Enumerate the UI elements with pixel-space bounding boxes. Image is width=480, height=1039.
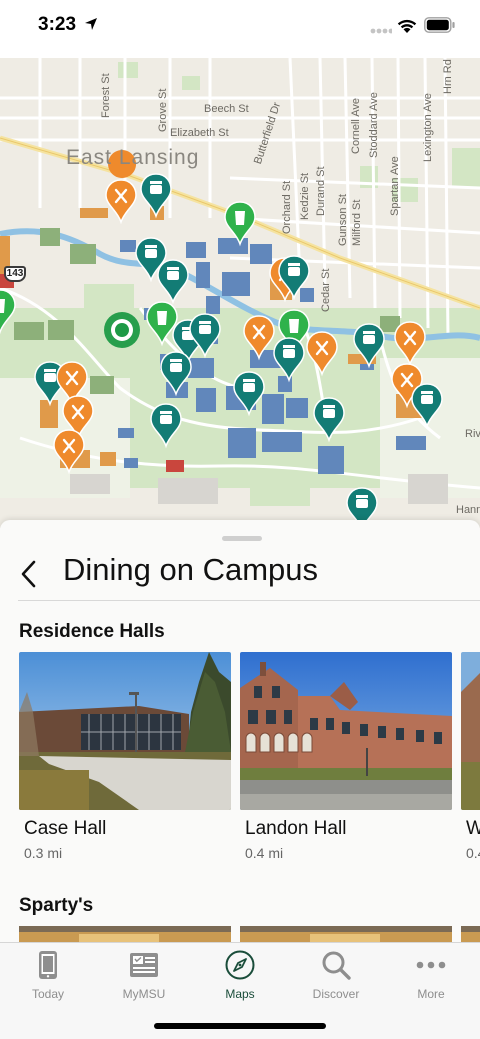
home-indicator[interactable] (154, 1023, 326, 1029)
tab-label: More (417, 987, 445, 1001)
section-title-residence-halls: Residence Halls (19, 621, 165, 642)
card-icon (130, 953, 158, 977)
street-label: Stoddard Ave (368, 92, 380, 158)
dining-sheet: Dining on Campus Residence Halls Case Ha… (0, 520, 480, 942)
sheet-grabber[interactable] (222, 536, 262, 541)
search-icon (322, 951, 351, 980)
campus-map[interactable]: East Lansing 143 Forest St Grove St Beec… (0, 58, 480, 528)
spartys-card-photo[interactable] (240, 926, 452, 942)
more-icon (416, 961, 446, 969)
signal-dots-icon (370, 28, 392, 34)
dining-card-case-hall[interactable]: Case Hall 0.3 mi (19, 652, 231, 861)
street-label: Elizabeth St (170, 127, 229, 139)
street-label: Milford St (351, 199, 363, 246)
street-label: Grove St (157, 88, 169, 132)
location-arrow-icon (85, 18, 97, 30)
street-label: Durand St (315, 166, 327, 216)
map-pins (0, 173, 443, 528)
status-bar: 3:23 (0, 0, 480, 58)
dining-card-name: Case Hall (24, 818, 107, 839)
tab-mymsu[interactable]: MyMSU (104, 949, 184, 1001)
street-label: Cornell Ave (350, 97, 362, 154)
street-label: Spartan Ave (389, 156, 401, 216)
dining-card-distance: 0.4 mi (245, 845, 284, 861)
street-label: Hann (456, 504, 480, 516)
dining-card-distance: 0.4 (466, 845, 480, 861)
wifi-icon (397, 19, 417, 33)
street-label: Orchard St (281, 180, 293, 234)
street-label: Riv (465, 428, 480, 440)
tab-bar: Today MyMSU Maps Discover More (0, 942, 480, 1039)
battery-icon (424, 17, 455, 33)
dining-card-name: W (466, 818, 480, 839)
dining-card-landon-hall[interactable]: Landon Hall 0.4 mi (240, 652, 452, 861)
street-label: Beech St (204, 103, 249, 115)
dining-card-partial[interactable]: W 0.4 (461, 652, 480, 861)
tab-today[interactable]: Today (8, 949, 88, 1001)
city-label: East Lansing (66, 146, 200, 169)
section-title-spartys: Sparty's (19, 895, 94, 916)
tab-discover[interactable]: Discover (296, 949, 376, 1001)
dining-card-distance: 0.3 mi (24, 845, 63, 861)
street-label: Gunson St (337, 194, 349, 246)
spartys-card-photo[interactable] (461, 926, 480, 942)
dining-card-name: Landon Hall (245, 818, 347, 839)
street-label: Forest St (100, 73, 112, 118)
highway-shield: 143 (4, 266, 26, 282)
status-time: 3:23 (38, 14, 77, 35)
street-label: Hrn Rd (442, 59, 454, 94)
street-label: Lexington Ave (422, 93, 434, 162)
compass-icon (225, 950, 255, 980)
tab-maps[interactable]: Maps (200, 949, 280, 1001)
title-divider (18, 600, 480, 601)
sheet-title: Dining on Campus (63, 552, 319, 587)
phone-icon (39, 951, 57, 979)
tab-label: Today (31, 987, 65, 1001)
street-label: Cedar St (320, 268, 332, 312)
tab-label: MyMSU (122, 987, 166, 1001)
partial-hall-photo (461, 652, 480, 810)
tab-more[interactable]: More (391, 949, 471, 1001)
tab-label: Discover (312, 987, 360, 1001)
spartys-card-photo[interactable] (19, 926, 231, 942)
landon-hall-photo (240, 652, 452, 810)
case-hall-photo (19, 652, 231, 810)
tab-label: Maps (225, 987, 255, 1001)
back-chevron-icon[interactable] (14, 554, 44, 594)
street-label: Kedzie St (299, 172, 311, 220)
